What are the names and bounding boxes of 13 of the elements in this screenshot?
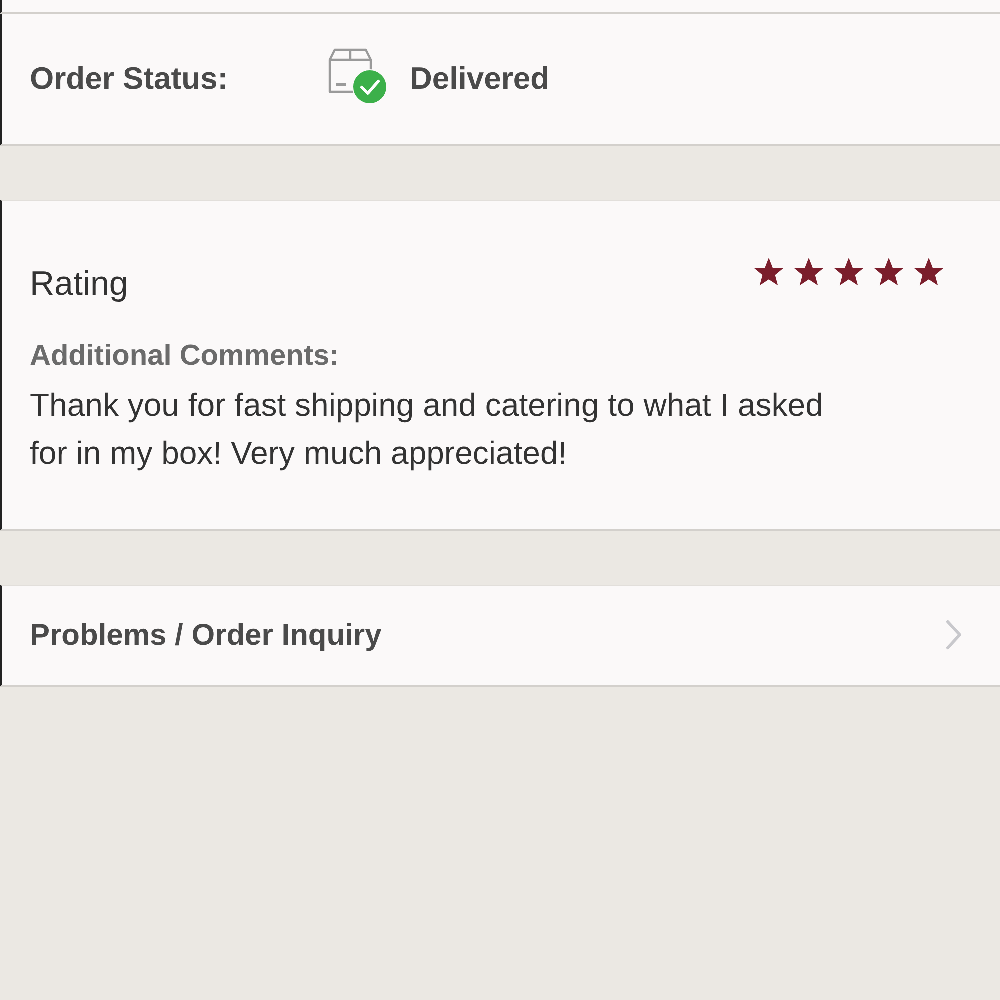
star-icon	[873, 257, 905, 288]
rating-title: Rating	[30, 267, 128, 301]
star-icon	[793, 257, 825, 288]
delivered-box-icon	[327, 48, 388, 106]
comments-text: Thank you for fast shipping and catering to what I asked for in my box! Very much appreciated!	[30, 386, 824, 473]
comments-label: Additional Comments:	[30, 339, 340, 374]
star-icon	[833, 257, 865, 288]
menu-row[interactable]: Problems / Order Inquiry	[0, 584, 1000, 687]
order-status-value: Delivered	[410, 60, 550, 98]
order-status-label: Order Status:	[30, 60, 230, 98]
star-icon	[753, 257, 785, 288]
star-icon	[913, 257, 945, 288]
chevron-right-icon	[946, 620, 962, 650]
